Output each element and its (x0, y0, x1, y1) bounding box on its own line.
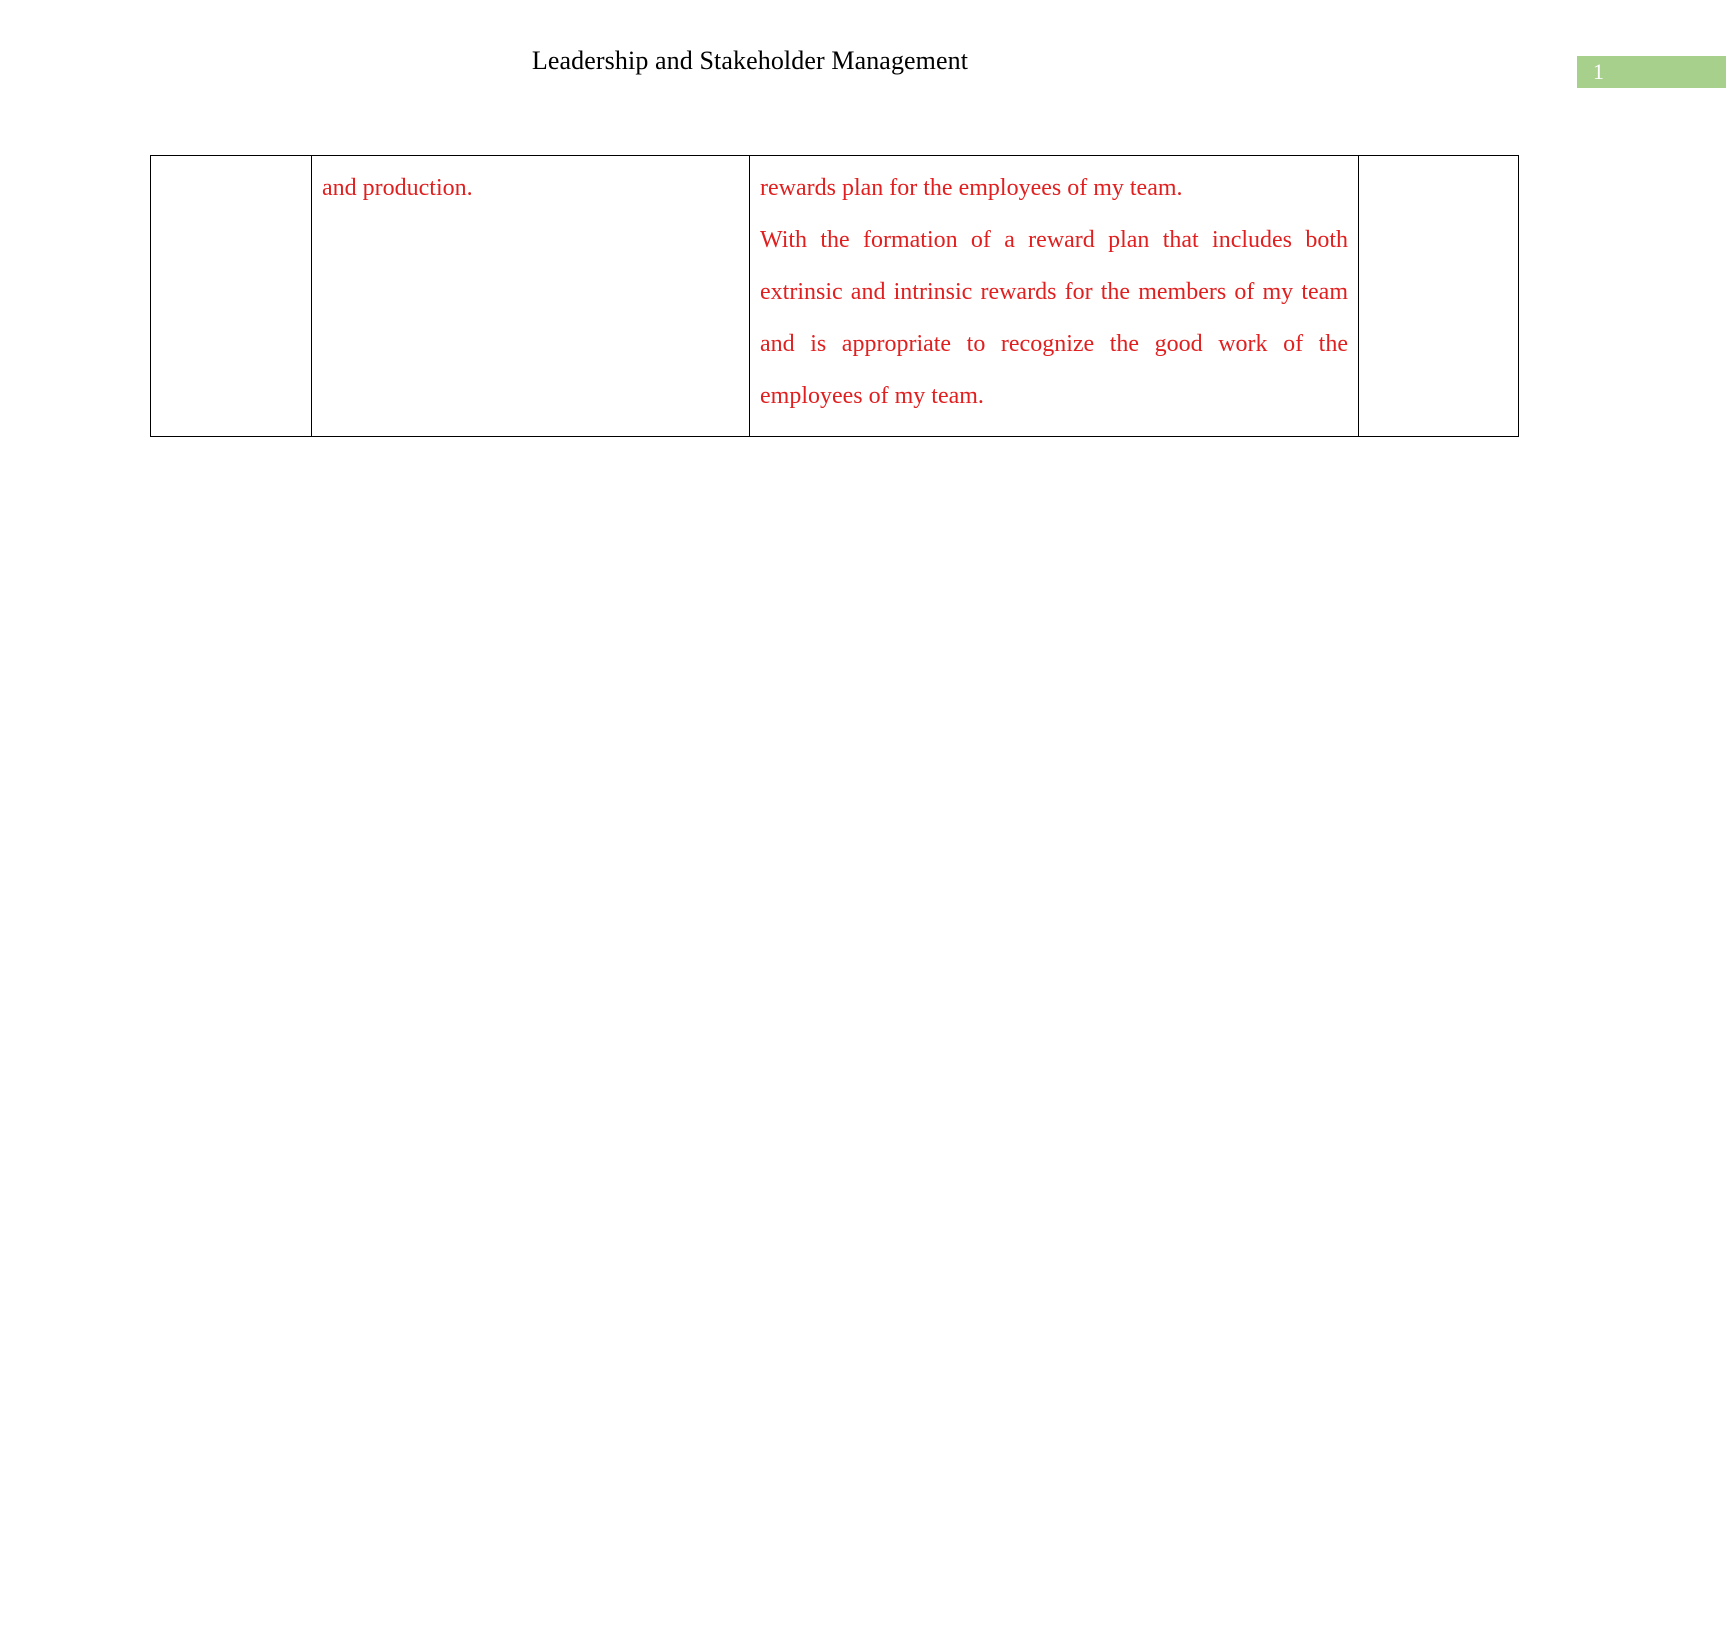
cell-col3-content: rewards plan for the employees of my tea… (750, 156, 1358, 436)
page-number-badge: 1 (1577, 56, 1726, 88)
table-row: and production. rewards plan for the emp… (150, 155, 1519, 437)
page-title: Leadership and Stakeholder Management (531, 46, 969, 75)
cell-col1-content (151, 156, 311, 416)
content-table: and production. rewards plan for the emp… (150, 155, 1519, 437)
cell-col2-paragraph: and production. (322, 175, 473, 201)
table-cell-col2[interactable]: and production. (311, 155, 750, 437)
table-cell-col1[interactable] (150, 155, 312, 437)
cell-col4-content (1359, 156, 1518, 416)
table-cell-col4[interactable] (1358, 155, 1519, 437)
cell-col3-paragraph-2: With the formation of a reward plan that… (760, 227, 1348, 409)
table-cell-col3[interactable]: rewards plan for the employees of my tea… (749, 155, 1359, 437)
cell-col2-content: and production. (312, 156, 749, 416)
page-number-text: 1 (1593, 59, 1604, 84)
table-body: and production. rewards plan for the emp… (150, 155, 1519, 437)
page-header: Leadership and Stakeholder Management 1 (0, 0, 1726, 118)
cell-col3-paragraph-1: rewards plan for the employees of my tea… (760, 175, 1183, 201)
